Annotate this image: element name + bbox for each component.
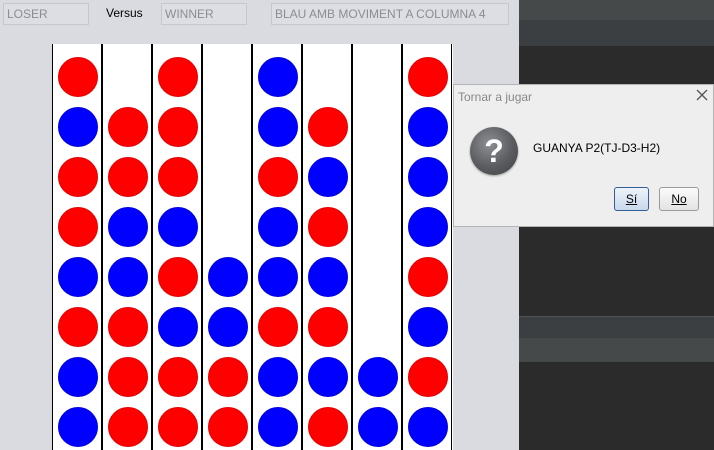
- red-disc: [258, 157, 298, 197]
- blue-disc: [108, 207, 148, 247]
- game-window: LOSER Versus WINNER BLAU AMB MOVIMENT A …: [0, 0, 519, 450]
- red-disc: [58, 57, 98, 97]
- red-disc: [158, 407, 198, 447]
- blue-disc: [408, 407, 448, 447]
- dialog-title: Tornar a jugar: [458, 90, 533, 104]
- blue-disc: [258, 207, 298, 247]
- red-disc: [158, 257, 198, 297]
- red-disc: [108, 107, 148, 147]
- red-disc: [308, 307, 348, 347]
- close-icon[interactable]: [694, 87, 710, 103]
- blue-disc: [308, 257, 348, 297]
- blue-disc: [58, 107, 98, 147]
- blue-disc: [158, 307, 198, 347]
- red-disc: [408, 57, 448, 97]
- red-disc: [208, 407, 248, 447]
- versus-label: Versus: [106, 6, 143, 20]
- blue-disc: [408, 307, 448, 347]
- blue-disc: [408, 157, 448, 197]
- red-disc: [308, 107, 348, 147]
- red-disc: [308, 207, 348, 247]
- blue-disc: [258, 257, 298, 297]
- loser-field: LOSER: [3, 3, 89, 25]
- red-disc: [58, 207, 98, 247]
- blue-disc: [408, 107, 448, 147]
- red-disc: [158, 157, 198, 197]
- red-disc: [58, 307, 98, 347]
- red-disc: [158, 57, 198, 97]
- red-disc: [158, 357, 198, 397]
- blue-disc: [358, 407, 398, 447]
- status-field: BLAU AMB MOVIMENT A COLUMNA 4: [271, 3, 509, 25]
- red-disc: [158, 107, 198, 147]
- blue-disc: [308, 357, 348, 397]
- blue-disc: [258, 407, 298, 447]
- board-column-8[interactable]: [402, 44, 452, 450]
- blue-disc: [358, 357, 398, 397]
- dialog-message: GUANYA P2(TJ-D3-H2): [533, 141, 661, 155]
- board-column-7[interactable]: [352, 44, 402, 450]
- blue-disc: [308, 157, 348, 197]
- board-column-6[interactable]: [302, 44, 352, 450]
- red-disc: [58, 157, 98, 197]
- blue-disc: [408, 207, 448, 247]
- red-disc: [408, 257, 448, 297]
- red-disc: [308, 407, 348, 447]
- blue-disc: [158, 207, 198, 247]
- red-disc: [208, 357, 248, 397]
- red-disc: [108, 157, 148, 197]
- board-column-5[interactable]: [252, 44, 302, 450]
- question-icon: ?: [470, 127, 518, 175]
- blue-disc: [208, 257, 248, 297]
- board-column-3[interactable]: [152, 44, 202, 450]
- blue-disc: [58, 357, 98, 397]
- red-disc: [108, 407, 148, 447]
- yes-button[interactable]: Sí: [614, 187, 649, 211]
- board-column-4[interactable]: [202, 44, 252, 450]
- blue-disc: [58, 407, 98, 447]
- board-column-2[interactable]: [102, 44, 152, 450]
- red-disc: [408, 357, 448, 397]
- play-again-dialog: Tornar a jugar ? GUANYA P2(TJ-D3-H2) Sí …: [453, 84, 714, 227]
- game-board[interactable]: [52, 44, 453, 450]
- blue-disc: [58, 257, 98, 297]
- blue-disc: [108, 257, 148, 297]
- board-column-1[interactable]: [52, 44, 102, 450]
- no-button[interactable]: No: [659, 187, 699, 211]
- red-disc: [258, 307, 298, 347]
- winner-field: WINNER: [161, 3, 247, 25]
- red-disc: [108, 357, 148, 397]
- red-disc: [108, 307, 148, 347]
- blue-disc: [258, 357, 298, 397]
- blue-disc: [258, 107, 298, 147]
- blue-disc: [258, 57, 298, 97]
- blue-disc: [208, 307, 248, 347]
